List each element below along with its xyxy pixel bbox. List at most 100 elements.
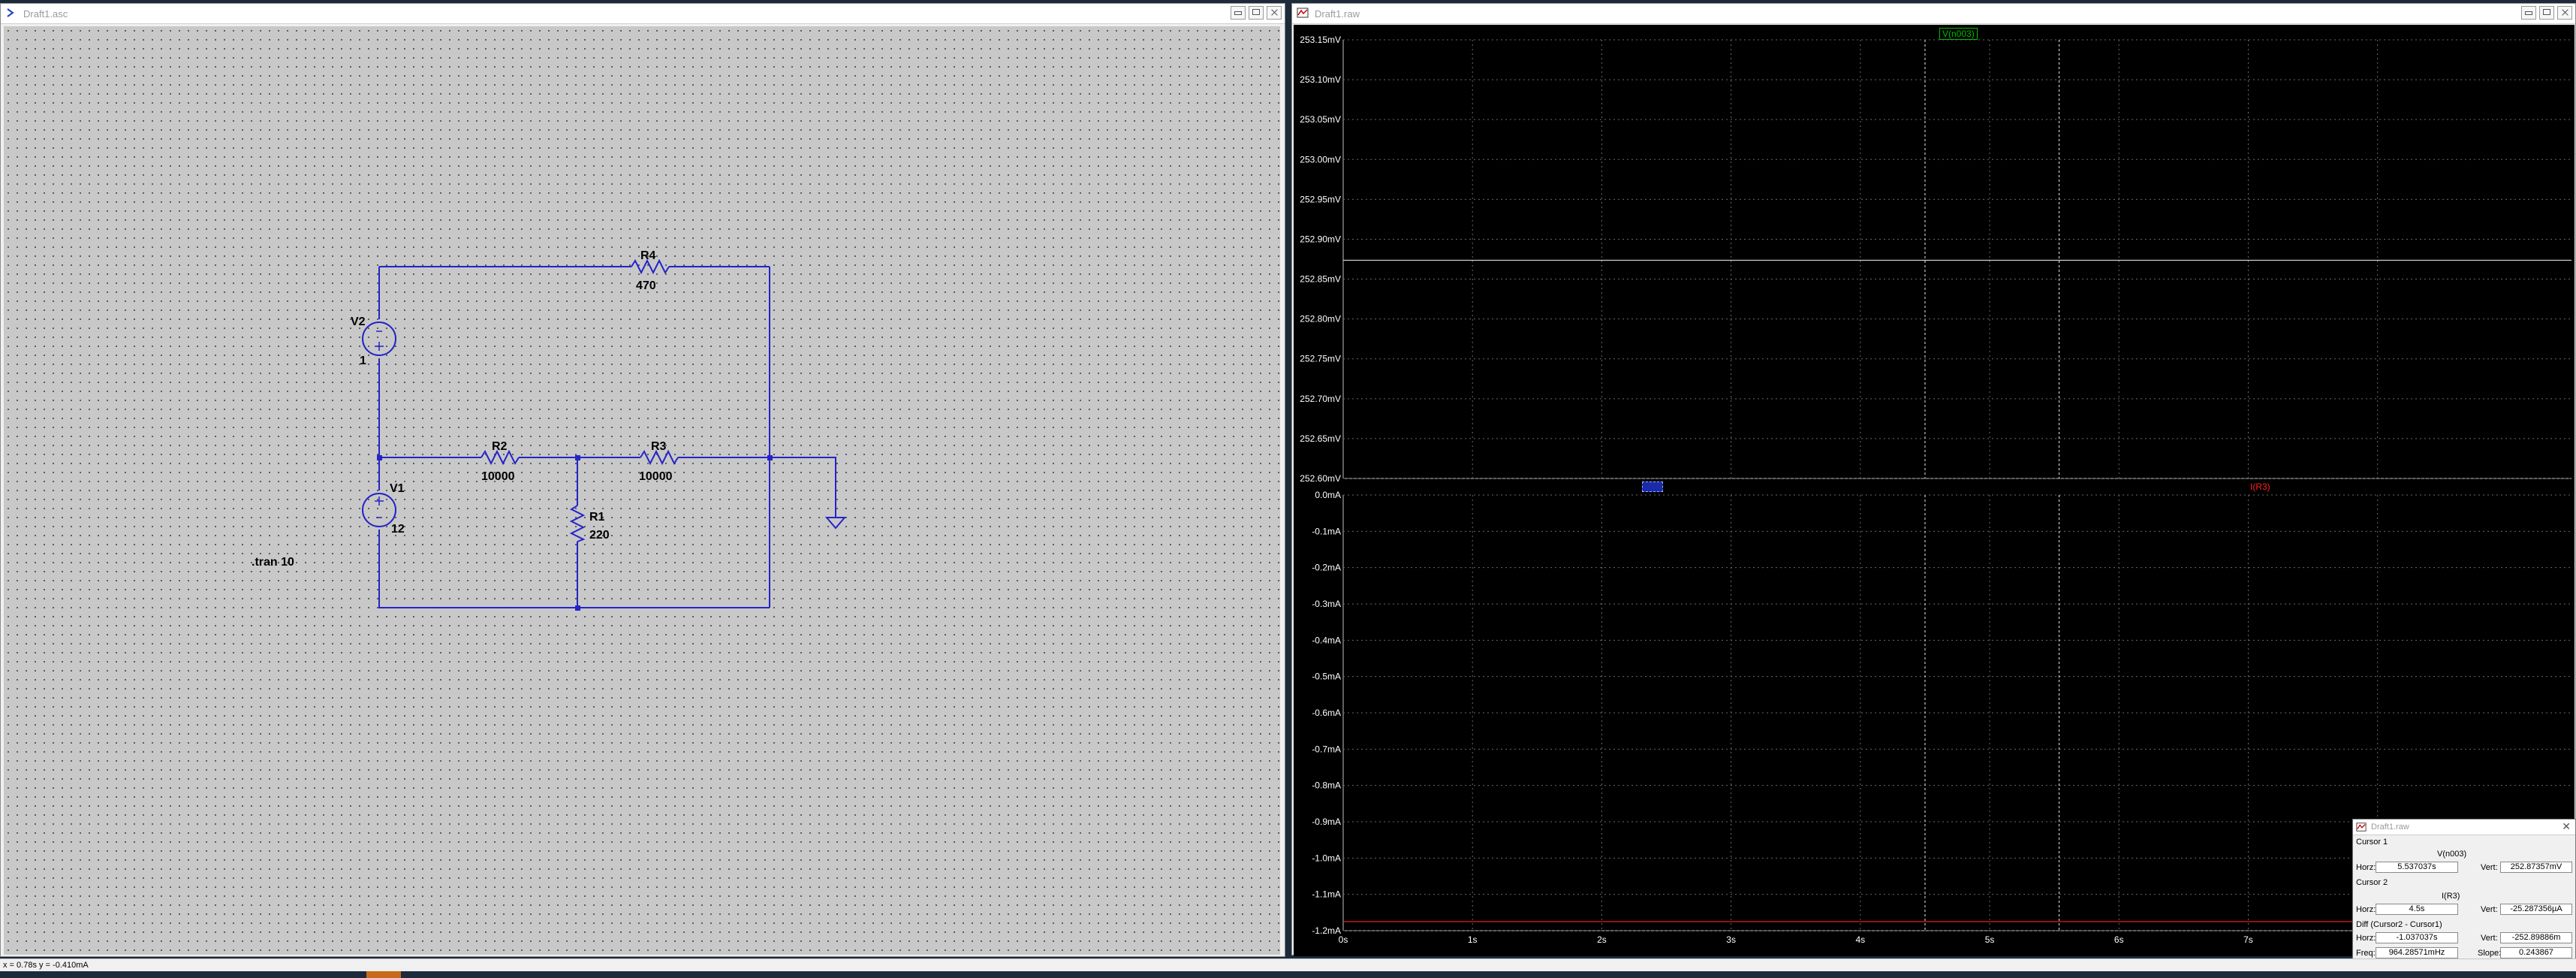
- close-icon[interactable]: ✕: [2562, 820, 2571, 833]
- cursor2-vert-label: Vert:: [2481, 905, 2498, 914]
- y-tick-label: -1.0mA: [1312, 853, 1341, 863]
- r1-value-label[interactable]: 220: [589, 529, 610, 542]
- junction: [575, 605, 580, 611]
- diff-freq-value[interactable]: 964.28571mHz: [2376, 947, 2458, 958]
- junction: [377, 455, 382, 460]
- cursor2-trace: I(R3): [2442, 892, 2460, 901]
- v1-value-label[interactable]: 12: [391, 523, 405, 536]
- cursor2-horz-label: Horz:: [2356, 905, 2376, 914]
- y-tick-label: 252.65mV: [1300, 433, 1341, 444]
- junction: [767, 455, 773, 460]
- y-tick-label: 252.75mV: [1300, 354, 1341, 364]
- wire[interactable]: [770, 457, 836, 518]
- y-tick-label: 252.85mV: [1300, 274, 1341, 285]
- y-tick-label: 252.70mV: [1300, 394, 1341, 404]
- x-tick-label: 6s: [2114, 934, 2124, 945]
- x-tick-label: 5s: [1985, 934, 1995, 945]
- y-tick-label: -0.3mA: [1312, 599, 1341, 609]
- resistor-r3-symbol[interactable]: [640, 449, 679, 466]
- r1-ref-label[interactable]: R1: [589, 511, 605, 524]
- r2-ref-label[interactable]: R2: [492, 440, 508, 453]
- cursor-drag-handle[interactable]: [1642, 481, 1663, 492]
- waveform-app-icon: [2356, 823, 2367, 832]
- taskbar: [0, 971, 2576, 978]
- status-coordinates: x = 0.78s y = -0.410mA: [3, 961, 89, 970]
- diff-horz-label: Horz:: [2356, 934, 2376, 943]
- plot-pane-top[interactable]: 253.15mV 253.10mV 253.05mV 253.00mV 252.95mV…: [1294, 25, 2574, 481]
- wire[interactable]: [378, 530, 770, 608]
- y-tick-label: 252.60mV: [1300, 473, 1341, 481]
- trace-label-vn003[interactable]: V(n003): [1939, 28, 1978, 40]
- y-tick-label: -0.8mA: [1312, 780, 1341, 791]
- x-tick-label: 4s: [1855, 934, 1865, 945]
- restore-icon: [2543, 9, 2550, 15]
- x-tick-label: 3s: [1726, 934, 1736, 945]
- minimize-icon: [2525, 11, 2532, 15]
- schematic-window: Draft1.asc V2 1 V1 12 R4 470 R2 10000 R3…: [0, 3, 1285, 957]
- close-icon: [2561, 9, 2568, 15]
- cursor1-horz-label: Horz:: [2356, 863, 2376, 872]
- v2-ref-label[interactable]: V2: [351, 315, 366, 328]
- cursor1-trace: V(n003): [2437, 850, 2467, 859]
- y-tick-label: 0.0mA: [1315, 490, 1341, 500]
- cursor1-vert-label: Vert:: [2481, 863, 2498, 872]
- close-button[interactable]: [2557, 6, 2572, 20]
- y-tick-label: 253.05mV: [1300, 114, 1341, 125]
- diff-slope-value[interactable]: 0.243867: [2500, 947, 2572, 958]
- x-tick-label: 0s: [1339, 934, 1348, 945]
- trace-label-ir3[interactable]: I(R3): [2250, 481, 2270, 492]
- x-tick-label: 7s: [2243, 934, 2253, 945]
- r4-ref-label[interactable]: R4: [640, 249, 656, 262]
- diff-label: Diff (Cursor2 - Cursor1): [2356, 920, 2442, 929]
- r2-value-label[interactable]: 10000: [481, 470, 515, 483]
- x-tick-label: 2s: [1597, 934, 1607, 945]
- v1-ref-label[interactable]: V1: [390, 482, 405, 495]
- cursor2-horz-value[interactable]: 4.5s: [2376, 904, 2458, 915]
- waveform-titlebar[interactable]: Draft1.raw: [1292, 4, 2575, 24]
- y-tick-label: -0.6mA: [1312, 708, 1341, 718]
- diff-vert-label: Vert:: [2481, 934, 2498, 943]
- junction: [575, 455, 580, 460]
- status-bar: x = 0.78s y = -0.410mA: [0, 958, 2576, 972]
- cursor-window-title: Draft1.raw: [2371, 823, 2409, 832]
- x-tick-label: 1s: [1468, 934, 1478, 945]
- ground-symbol[interactable]: [824, 517, 847, 530]
- waveform-title: Draft1.raw: [1315, 8, 1360, 20]
- y-tick-label: -0.2mA: [1312, 563, 1341, 573]
- cursor1-horz-value[interactable]: 5.537037s: [2376, 862, 2458, 873]
- diff-horz-value[interactable]: -1.037037s: [2376, 932, 2458, 943]
- y-tick-label: 253.00mV: [1300, 154, 1341, 165]
- y-tick-label: -0.4mA: [1312, 635, 1341, 645]
- diff-vert-value[interactable]: -252.89886m: [2500, 932, 2572, 943]
- y-tick-label: -1.2mA: [1312, 925, 1341, 936]
- diff-freq-label: Freq:: [2356, 949, 2376, 958]
- resistor-r1-symbol[interactable]: [569, 505, 586, 542]
- cursor2-label: Cursor 2: [2356, 878, 2388, 887]
- cursor2-vert-value[interactable]: -25.287356µA: [2500, 904, 2572, 915]
- y-tick-label: 253.10mV: [1300, 74, 1341, 85]
- spice-directive[interactable]: .tran 10: [252, 556, 294, 569]
- y-tick-label: 252.80mV: [1300, 314, 1341, 324]
- restore-button[interactable]: [2539, 6, 2554, 20]
- cursor-window-titlebar[interactable]: Draft1.raw ✕: [2353, 820, 2575, 835]
- minimize-button[interactable]: [2521, 6, 2536, 20]
- y-tick-label: -1.1mA: [1312, 889, 1341, 900]
- r3-ref-label[interactable]: R3: [651, 440, 667, 453]
- r4-value-label[interactable]: 470: [636, 279, 656, 292]
- circuit-diagram[interactable]: V2 1 V1 12 R4 470 R2 10000 R3 10000 R1 2…: [1, 4, 1286, 958]
- y-tick-label: -0.5mA: [1312, 672, 1341, 682]
- v2-value-label[interactable]: 1: [360, 355, 366, 367]
- y-tick-label: -0.1mA: [1312, 526, 1341, 536]
- diff-slope-label: Slope:: [2478, 949, 2502, 958]
- r3-value-label[interactable]: 10000: [639, 470, 673, 483]
- y-tick-label: 253.15mV: [1300, 35, 1341, 45]
- taskbar-app-button[interactable]: [366, 971, 401, 978]
- waveform-app-icon: [1297, 8, 1309, 18]
- resistor-r2-symbol[interactable]: [481, 449, 520, 466]
- waveform-window: Draft1.raw 253.15mV 253.10mV 253.05mV 253.0…: [1291, 3, 2576, 956]
- cursor1-vert-value[interactable]: 252.87357mV: [2500, 862, 2572, 873]
- y-tick-label: 252.90mV: [1300, 234, 1341, 244]
- resistor-r4-symbol[interactable]: [631, 258, 670, 275]
- cursor1-label: Cursor 1: [2356, 838, 2388, 847]
- plot-pane-top-grid[interactable]: 253.15mV 253.10mV 253.05mV 253.00mV 252.95mV…: [1294, 25, 2574, 481]
